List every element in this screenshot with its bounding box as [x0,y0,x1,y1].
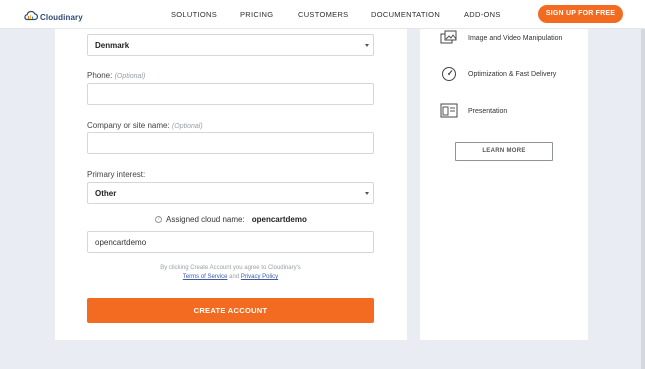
interest-value: Other [95,189,117,198]
phone-field[interactable] [87,83,374,105]
chevron-down-icon [365,44,369,47]
cloud-logo-icon [23,8,39,26]
privacy-policy-link[interactable]: Privacy Policy [241,274,278,280]
nav-add-ons[interactable]: ADD-ONS [464,10,501,19]
cloud-name-field[interactable]: opencartdemo [87,231,374,253]
interest-label: Primary interest: [87,170,146,179]
terms-text: By clicking Create Account you agree to … [160,265,301,271]
country-select[interactable]: Denmark [87,34,374,56]
learn-more-button[interactable]: LEARN MORE [455,142,553,161]
image-manipulation-icon [440,30,458,46]
create-account-button[interactable]: CREATE ACCOUNT [87,298,374,323]
sign-up-button[interactable]: SIGN UP FOR FREE [538,5,623,23]
company-label: Company or site name: (Optional) [87,121,203,130]
feature-optimization: Optimization & Fast Delivery [440,66,556,82]
assigned-cloud-label: Assigned cloud name: [166,215,245,224]
feature-label: Image and Video Manipulation [468,34,563,42]
nav-documentation[interactable]: DOCUMENTATION [371,10,440,19]
presentation-icon [440,103,458,119]
feature-presentation: Presentation [440,103,507,119]
nav-customers[interactable]: CUSTOMERS [298,10,348,19]
terms-of-service-link[interactable]: Terms of Service [183,274,228,280]
logo-text: Cloudinary [40,12,83,22]
feature-label: Optimization & Fast Delivery [468,70,557,78]
feature-image-video: Image and Video Manipulation [440,30,562,46]
help-icon[interactable]: ? [155,216,162,223]
phone-label: Phone: (Optional) [87,71,146,80]
nav-pricing[interactable]: PRICING [240,10,273,19]
assigned-cloud-name: ? Assigned cloud name: opencartdemo [155,215,307,224]
speedometer-icon [440,66,458,82]
top-nav: Cloudinary SOLUTIONS PRICING CUSTOMERS D… [0,0,645,29]
chevron-down-icon [365,192,369,195]
company-field[interactable] [87,132,374,154]
feature-label: Presentation [468,107,508,115]
country-value: Denmark [95,41,130,50]
interest-select[interactable]: Other [87,182,374,204]
terms-links: Terms of Service and Privacy Policy [182,274,279,280]
assigned-cloud-value: opencartdemo [251,215,307,224]
cloud-name-value: opencartdemo [95,238,147,247]
scrollbar[interactable] [641,29,645,369]
logo[interactable]: Cloudinary [23,8,83,26]
nav-solutions[interactable]: SOLUTIONS [171,10,217,19]
